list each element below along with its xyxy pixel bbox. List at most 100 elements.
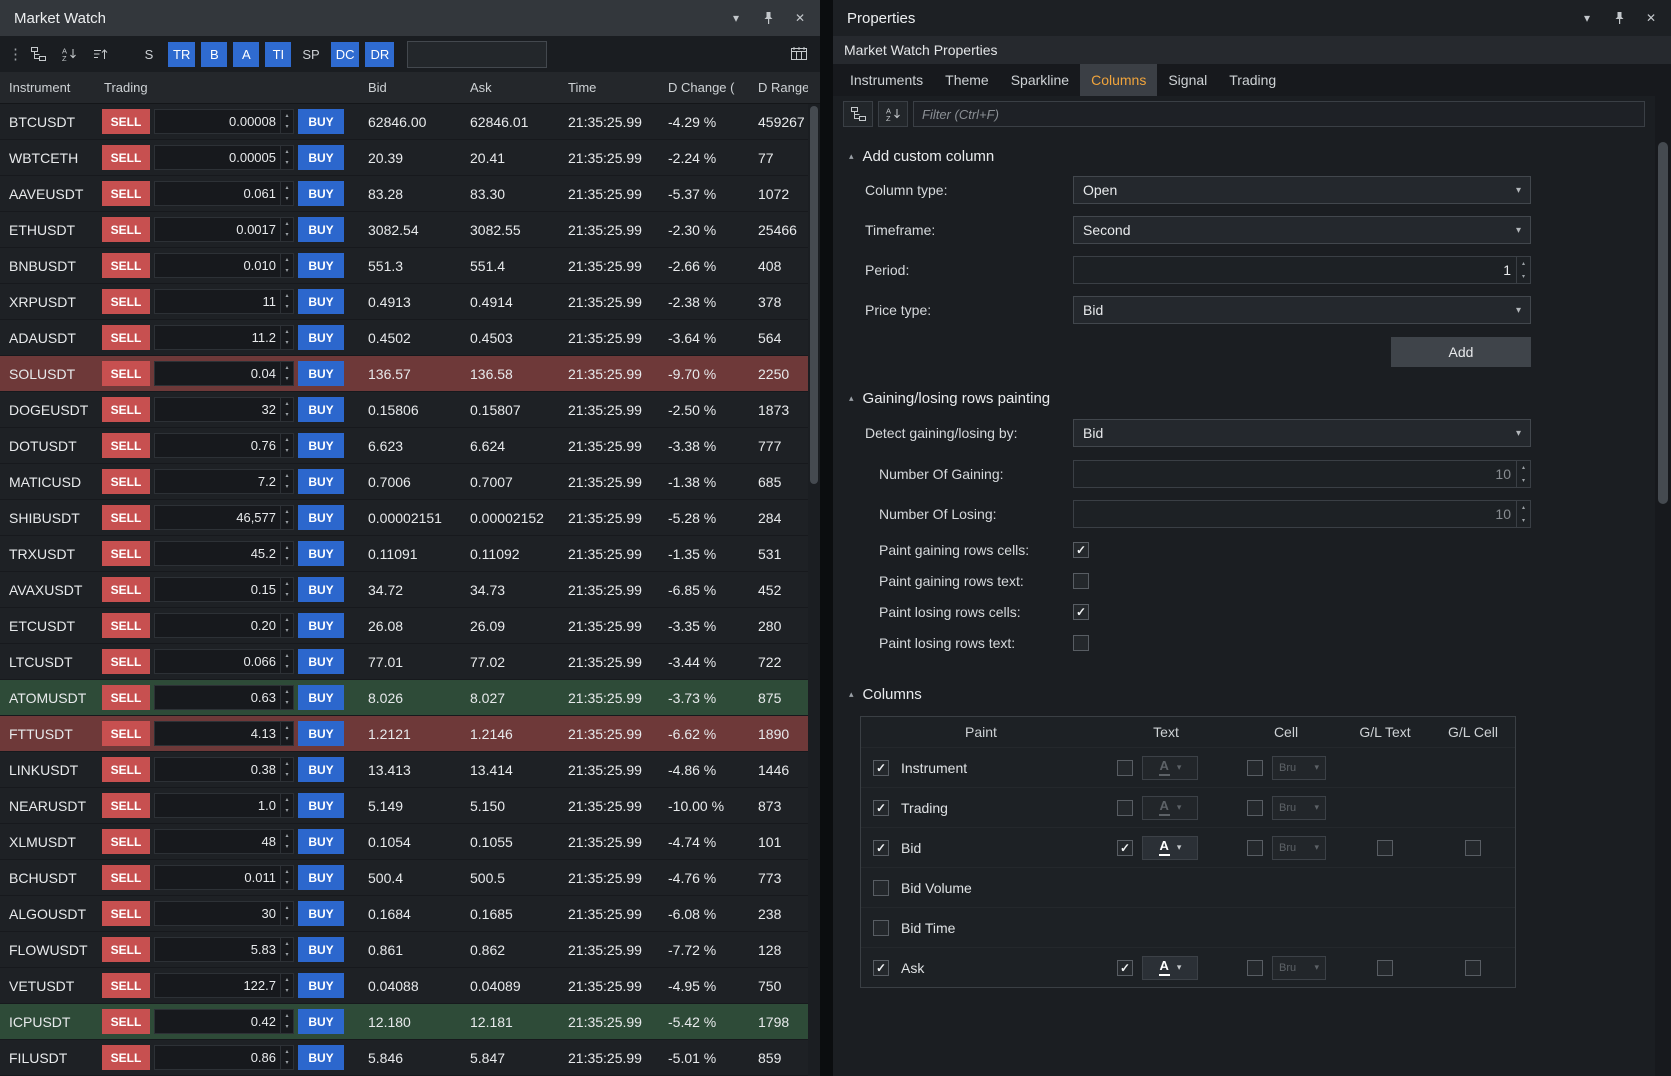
section-add-custom-column[interactable]: ▴ Add custom column (833, 142, 1655, 170)
sell-button[interactable]: SELL (102, 469, 150, 494)
qty-spin[interactable]: ▴▾ (280, 938, 293, 961)
sell-button[interactable]: SELL (102, 109, 150, 134)
checkbox[interactable] (1073, 542, 1089, 558)
qty-spin[interactable]: ▴▾ (280, 578, 293, 601)
quantity-stepper[interactable]: 30 ▴▾ (154, 901, 294, 926)
filter-toggle-ti[interactable]: TI (265, 42, 291, 67)
qty-spin[interactable]: ▴▾ (280, 758, 293, 781)
quantity-stepper[interactable]: 7.2 ▴▾ (154, 469, 294, 494)
quantity-stepper[interactable]: 4.13 ▴▾ (154, 721, 294, 746)
paint-checkbox[interactable] (873, 960, 889, 976)
quantity-stepper[interactable]: 0.066 ▴▾ (154, 649, 294, 674)
column-config-row[interactable]: Bid Time ▾ ▾ (861, 907, 1515, 947)
qty-spin[interactable]: ▴▾ (280, 902, 293, 925)
font-color-dropdown[interactable]: A ▾ (1142, 756, 1198, 780)
paint-checkbox[interactable] (873, 880, 889, 896)
market-row[interactable]: TRXUSDT SELL 45.2 ▴▾ BUY 0.11091 0.11092… (0, 536, 808, 572)
cell-checkbox[interactable] (1247, 840, 1263, 856)
qty-spin[interactable]: ▴▾ (280, 146, 293, 169)
group-by-category-icon[interactable] (843, 101, 873, 127)
quantity-stepper[interactable]: 0.15 ▴▾ (154, 577, 294, 602)
buy-button[interactable]: BUY (298, 433, 344, 458)
sell-button[interactable]: SELL (102, 721, 150, 746)
qty-spin[interactable]: ▴▾ (280, 830, 293, 853)
qty-spin[interactable]: ▴▾ (280, 1010, 293, 1033)
timeframe-select[interactable]: Second ▾ (1073, 216, 1531, 244)
column-config-row[interactable]: Ask A ▾ Bru ▾ (861, 947, 1515, 987)
gl-cell-checkbox[interactable] (1465, 840, 1481, 856)
sell-button[interactable]: SELL (102, 361, 150, 386)
buy-button[interactable]: BUY (298, 181, 344, 206)
checkbox[interactable] (1073, 635, 1089, 651)
market-watch-scrollbar[interactable] (808, 104, 820, 1076)
quantity-stepper[interactable]: 122.7 ▴▾ (154, 973, 294, 998)
market-row[interactable]: ALGOUSDT SELL 30 ▴▾ BUY 0.1684 0.1685 21… (0, 896, 808, 932)
filter-toggle-a[interactable]: A (233, 42, 259, 67)
qty-spin[interactable]: ▴▾ (280, 254, 293, 277)
qty-spin[interactable]: ▴▾ (280, 218, 293, 241)
buy-button[interactable]: BUY (298, 289, 344, 314)
paint-checkbox[interactable] (873, 800, 889, 816)
font-color-dropdown[interactable]: A ▾ (1142, 796, 1198, 820)
quantity-stepper[interactable]: 0.38 ▴▾ (154, 757, 294, 782)
sell-button[interactable]: SELL (102, 901, 150, 926)
header-trading[interactable]: Trading (96, 80, 358, 95)
cell-brush-dropdown[interactable]: Bru ▾ (1272, 836, 1326, 860)
pin-icon[interactable] (760, 10, 776, 26)
sell-button[interactable]: SELL (102, 973, 150, 998)
qty-spin[interactable]: ▴▾ (280, 542, 293, 565)
sell-button[interactable]: SELL (102, 433, 150, 458)
font-color-dropdown[interactable]: A ▾ (1142, 956, 1198, 980)
cell-checkbox[interactable] (1247, 960, 1263, 976)
buy-button[interactable]: BUY (298, 829, 344, 854)
font-color-dropdown[interactable]: A ▾ (1142, 836, 1198, 860)
paint-checkbox[interactable] (873, 920, 889, 936)
market-row[interactable]: ATOMUSDT SELL 0.63 ▴▾ BUY 8.026 8.027 21… (0, 680, 808, 716)
columns-grid-icon[interactable] (786, 41, 812, 67)
market-row[interactable]: FTTUSDT SELL 4.13 ▴▾ BUY 1.2121 1.2146 2… (0, 716, 808, 752)
sell-button[interactable]: SELL (102, 937, 150, 962)
text-checkbox[interactable] (1117, 960, 1133, 976)
gl-text-checkbox[interactable] (1377, 840, 1393, 856)
column-type-select[interactable]: Open ▾ (1073, 176, 1531, 204)
market-row[interactable]: ADAUSDT SELL 11.2 ▴▾ BUY 0.4502 0.4503 2… (0, 320, 808, 356)
sell-button[interactable]: SELL (102, 217, 150, 242)
buy-button[interactable]: BUY (298, 145, 344, 170)
gl-text-checkbox[interactable] (1377, 960, 1393, 976)
filter-toggle-tr[interactable]: TR (168, 42, 195, 67)
checkbox[interactable] (1073, 604, 1089, 620)
cell-brush-dropdown[interactable]: Bru ▾ (1272, 956, 1326, 980)
properties-scrollbar[interactable] (1655, 96, 1671, 1076)
sort-order-icon[interactable] (87, 41, 113, 67)
sell-button[interactable]: SELL (102, 829, 150, 854)
sell-button[interactable]: SELL (102, 181, 150, 206)
add-button[interactable]: Add (1391, 337, 1531, 367)
sell-button[interactable]: SELL (102, 757, 150, 782)
gl-cell-checkbox[interactable] (1465, 960, 1481, 976)
sell-button[interactable]: SELL (102, 613, 150, 638)
quantity-stepper[interactable]: 0.00005 ▴▾ (154, 145, 294, 170)
scrollbar-thumb[interactable] (810, 106, 818, 484)
close-icon[interactable]: ✕ (792, 10, 808, 26)
sell-button[interactable]: SELL (102, 1009, 150, 1034)
quantity-stepper[interactable]: 0.00008 ▴▾ (154, 109, 294, 134)
symbol-tree-icon[interactable] (25, 41, 51, 67)
header-d-change[interactable]: D Change ( (656, 80, 748, 95)
quantity-stepper[interactable]: 0.42 ▴▾ (154, 1009, 294, 1034)
checkbox[interactable] (1073, 573, 1089, 589)
tab-columns[interactable]: Columns (1080, 64, 1157, 96)
cell-brush-dropdown[interactable]: Bru ▾ (1272, 756, 1326, 780)
buy-button[interactable]: BUY (298, 973, 344, 998)
sell-button[interactable]: SELL (102, 505, 150, 530)
sell-button[interactable]: SELL (102, 325, 150, 350)
tab-instruments[interactable]: Instruments (839, 64, 934, 96)
header-instrument[interactable]: Instrument (0, 80, 96, 95)
market-row[interactable]: WBTCETH SELL 0.00005 ▴▾ BUY 20.39 20.41 … (0, 140, 808, 176)
market-row[interactable]: BCHUSDT SELL 0.011 ▴▾ BUY 500.4 500.5 21… (0, 860, 808, 896)
section-columns[interactable]: ▴ Columns (833, 680, 1655, 708)
quantity-stepper[interactable]: 0.0017 ▴▾ (154, 217, 294, 242)
filter-toggle-dc[interactable]: DC (331, 42, 360, 67)
sell-button[interactable]: SELL (102, 649, 150, 674)
quantity-stepper[interactable]: 0.20 ▴▾ (154, 613, 294, 638)
market-row[interactable]: FILUSDT SELL 0.86 ▴▾ BUY 5.846 5.847 21:… (0, 1040, 808, 1076)
